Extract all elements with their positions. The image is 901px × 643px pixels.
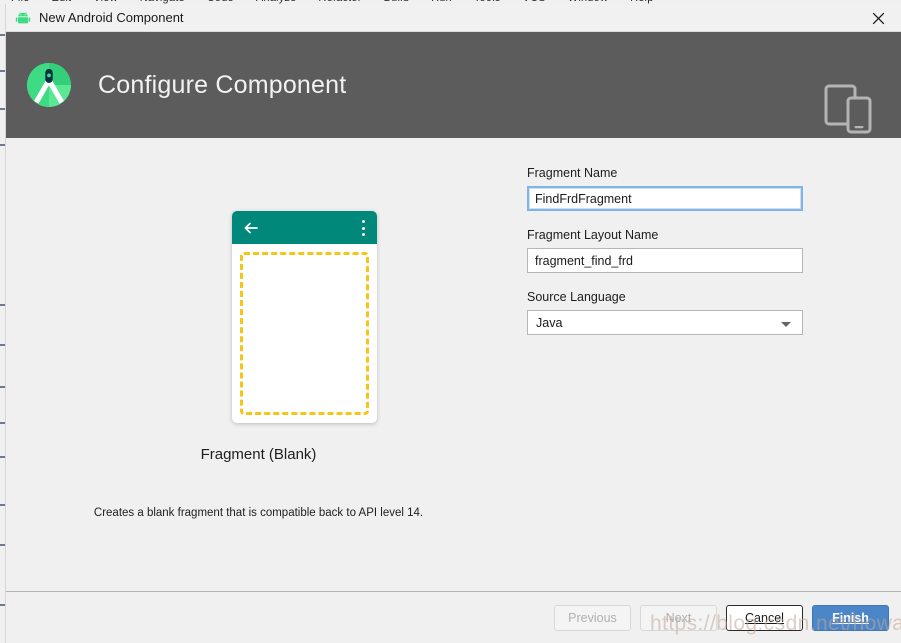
- fragment-layout-name-input[interactable]: [527, 248, 803, 273]
- back-arrow-icon: [244, 222, 258, 234]
- android-studio-logo-icon: [27, 63, 71, 107]
- wizard-header: Configure Component: [6, 32, 901, 138]
- tablet-and-phone-icon: [824, 84, 872, 134]
- dialog-title-bar: New Android Component: [6, 4, 901, 32]
- chevron-down-icon: [781, 322, 791, 327]
- component-preview-panel: Fragment (Blank) Creates a blank fragmen…: [6, 138, 511, 592]
- cancel-button[interactable]: Cancel: [726, 605, 803, 631]
- wizard-footer: Previous Next Cancel Finish: [6, 593, 901, 643]
- component-name-label: Fragment (Blank): [200, 446, 317, 463]
- source-language-label: Source Language: [527, 290, 626, 304]
- fragment-layout-name-label: Fragment Layout Name: [527, 228, 659, 242]
- finish-button-label: Finish: [832, 611, 869, 625]
- wizard-body: Fragment (Blank) Creates a blank fragmen…: [6, 138, 901, 592]
- fragment-preview-card: [232, 211, 377, 423]
- close-icon: [872, 12, 885, 24]
- field-fragment-layout-name: Fragment Layout Name: [527, 228, 817, 273]
- next-button[interactable]: Next: [640, 605, 717, 631]
- cancel-button-label: Cancel: [745, 611, 784, 625]
- fragment-name-input[interactable]: [527, 186, 803, 211]
- configuration-form: Fragment Name Fragment Layout Name Sourc…: [527, 138, 817, 352]
- new-android-component-dialog: FileEditViewNavigateCodeAnalyzeRefactorB…: [0, 0, 901, 643]
- dialog-title: New Android Component: [39, 10, 184, 25]
- previous-button[interactable]: Previous: [554, 605, 631, 631]
- field-source-language: Source Language Java: [527, 290, 817, 335]
- page-title: Configure Component: [98, 70, 347, 99]
- footer-button-group: Previous Next Cancel Finish: [554, 605, 889, 631]
- component-description: Creates a blank fragment that is compati…: [93, 507, 424, 519]
- finish-button[interactable]: Finish: [812, 605, 889, 631]
- android-icon: [15, 11, 31, 23]
- source-language-value: Java: [536, 315, 563, 330]
- source-language-dropdown[interactable]: Java: [527, 310, 803, 335]
- close-button[interactable]: [856, 4, 901, 32]
- fragment-name-label: Fragment Name: [527, 166, 618, 180]
- field-fragment-name: Fragment Name: [527, 166, 817, 211]
- preview-app-bar: [232, 211, 377, 244]
- fragment-placeholder-area: [240, 252, 369, 415]
- overflow-menu-icon: [361, 220, 365, 236]
